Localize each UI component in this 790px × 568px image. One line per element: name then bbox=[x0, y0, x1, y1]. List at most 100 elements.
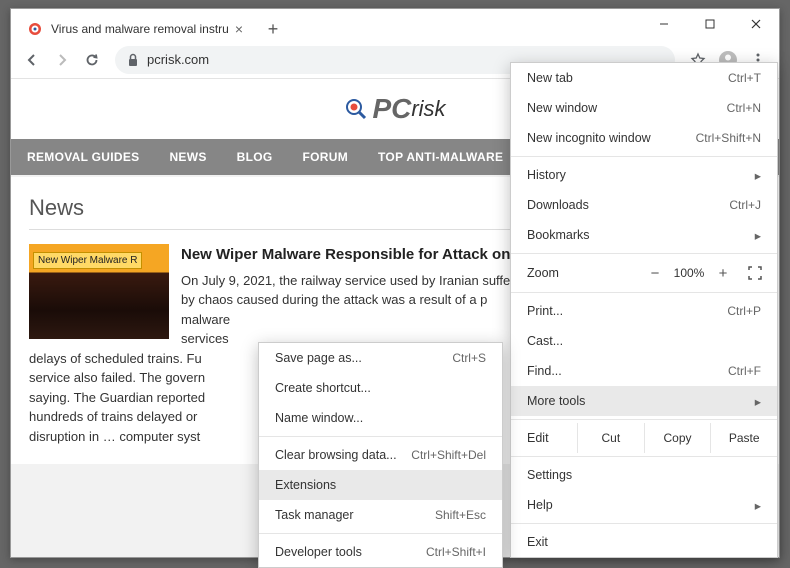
titlebar: Virus and malware removal instru × + bbox=[11, 9, 779, 41]
zoom-in-button[interactable]: + bbox=[709, 261, 737, 285]
menu-separator bbox=[259, 533, 502, 534]
menu-new-window[interactable]: New window Ctrl+N bbox=[511, 93, 777, 123]
edit-paste-button[interactable]: Paste bbox=[710, 423, 777, 453]
submenu-save-page[interactable]: Save page as...Ctrl+S bbox=[259, 343, 502, 373]
tab-strip: Virus and malware removal instru × + bbox=[11, 9, 641, 43]
chrome-main-menu: New tab Ctrl+T New window Ctrl+N New incog… bbox=[510, 62, 778, 558]
tab-close-icon[interactable]: × bbox=[235, 21, 243, 37]
submenu-arrow-icon: ▸ bbox=[755, 228, 761, 243]
site-logo[interactable]: PCrisk bbox=[344, 93, 445, 125]
close-button[interactable] bbox=[733, 9, 779, 39]
menu-zoom: Zoom − 100% + bbox=[511, 257, 777, 289]
maximize-button[interactable] bbox=[687, 9, 733, 39]
zoom-label: Zoom bbox=[527, 266, 559, 280]
favicon-icon bbox=[27, 21, 43, 37]
menu-label: More tools bbox=[527, 394, 585, 408]
fullscreen-button[interactable] bbox=[743, 261, 767, 285]
article-thumb-wrap: New Wiper Malware R bbox=[29, 244, 169, 349]
menu-label: Extensions bbox=[275, 478, 336, 492]
browser-tab[interactable]: Virus and malware removal instru × bbox=[17, 15, 253, 43]
menu-bookmarks[interactable]: Bookmarks ▸ bbox=[511, 220, 777, 250]
menu-shortcut: Shift+Esc bbox=[435, 508, 486, 522]
submenu-arrow-icon: ▸ bbox=[755, 168, 761, 183]
menu-shortcut: Ctrl+J bbox=[729, 198, 761, 212]
menu-label: Downloads bbox=[527, 198, 589, 212]
lock-icon bbox=[127, 53, 139, 67]
menu-label: Settings bbox=[527, 468, 572, 482]
more-tools-submenu: Save page as...Ctrl+S Create shortcut...… bbox=[258, 342, 503, 568]
edit-copy-button[interactable]: Copy bbox=[644, 423, 711, 453]
menu-separator bbox=[511, 292, 777, 293]
menu-shortcut: Ctrl+Shift+Del bbox=[411, 448, 486, 462]
menu-separator bbox=[511, 419, 777, 420]
forward-button[interactable] bbox=[47, 45, 77, 75]
menu-separator bbox=[511, 523, 777, 524]
submenu-extensions[interactable]: Extensions bbox=[259, 470, 502, 500]
menu-downloads[interactable]: Downloads Ctrl+J bbox=[511, 190, 777, 220]
menu-shortcut: Ctrl+P bbox=[727, 304, 761, 318]
menu-label: New tab bbox=[527, 71, 573, 85]
menu-label: New window bbox=[527, 101, 597, 115]
menu-shortcut: Ctrl+T bbox=[728, 71, 761, 85]
menu-label: Clear browsing data... bbox=[275, 448, 397, 462]
menu-separator bbox=[511, 253, 777, 254]
tab-title: Virus and malware removal instru bbox=[51, 22, 229, 36]
menu-more-tools[interactable]: More tools ▸ bbox=[511, 386, 777, 416]
article-thumbnail[interactable]: New Wiper Malware R bbox=[29, 244, 169, 339]
menu-separator bbox=[511, 456, 777, 457]
window-controls bbox=[641, 9, 779, 39]
menu-shortcut: Ctrl+F bbox=[728, 364, 761, 378]
submenu-clear-data[interactable]: Clear browsing data... Ctrl+Shift+Del bbox=[259, 440, 502, 470]
submenu-task-manager[interactable]: Task manager Shift+Esc bbox=[259, 500, 502, 530]
menu-edit-row: Edit Cut Copy Paste bbox=[511, 423, 777, 453]
menu-label: Task manager bbox=[275, 508, 354, 522]
menu-help[interactable]: Help ▸ bbox=[511, 490, 777, 520]
menu-label: Developer tools bbox=[275, 545, 362, 559]
menu-label: History bbox=[527, 168, 566, 182]
menu-label: Find... bbox=[527, 364, 562, 378]
submenu-dev-tools[interactable]: Developer tools Ctrl+Shift+I bbox=[259, 537, 502, 567]
nav-forum[interactable]: FORUM bbox=[303, 150, 349, 164]
menu-history[interactable]: History ▸ bbox=[511, 160, 777, 190]
new-tab-button[interactable]: + bbox=[259, 15, 287, 43]
reload-button[interactable] bbox=[77, 45, 107, 75]
thumb-overlay-text: New Wiper Malware R bbox=[33, 252, 142, 269]
logo-text-pc: PC bbox=[372, 93, 411, 125]
menu-new-tab[interactable]: New tab Ctrl+T bbox=[511, 63, 777, 93]
menu-settings[interactable]: Settings bbox=[511, 460, 777, 490]
menu-label: Bookmarks bbox=[527, 228, 590, 242]
edit-cut-button[interactable]: Cut bbox=[577, 423, 644, 453]
nav-blog[interactable]: BLOG bbox=[237, 150, 273, 164]
menu-shortcut: Ctrl+Shift+N bbox=[696, 131, 761, 145]
menu-separator bbox=[259, 436, 502, 437]
menu-find[interactable]: Find... Ctrl+F bbox=[511, 356, 777, 386]
submenu-name-window[interactable]: Name window... bbox=[259, 403, 502, 433]
menu-shortcut: Ctrl+S bbox=[452, 351, 486, 365]
menu-label: Name window... bbox=[275, 411, 363, 425]
submenu-arrow-icon: ▸ bbox=[755, 394, 761, 409]
submenu-arrow-icon: ▸ bbox=[755, 498, 761, 513]
menu-print[interactable]: Print... Ctrl+P bbox=[511, 296, 777, 326]
zoom-out-button[interactable]: − bbox=[641, 261, 669, 285]
menu-label: New incognito window bbox=[527, 131, 651, 145]
menu-label: Help bbox=[527, 498, 553, 512]
nav-top-antimalware[interactable]: TOP ANTI-MALWARE bbox=[378, 150, 503, 164]
edit-label: Edit bbox=[511, 423, 577, 453]
logo-icon bbox=[344, 97, 368, 121]
menu-cast[interactable]: Cast... bbox=[511, 326, 777, 356]
nav-news[interactable]: NEWS bbox=[169, 150, 206, 164]
menu-label: Print... bbox=[527, 304, 563, 318]
menu-incognito[interactable]: New incognito window Ctrl+Shift+N bbox=[511, 123, 777, 153]
back-button[interactable] bbox=[17, 45, 47, 75]
zoom-value: 100% bbox=[669, 266, 709, 280]
logo-text-risk: risk bbox=[411, 96, 445, 122]
nav-removal-guides[interactable]: REMOVAL GUIDES bbox=[27, 150, 139, 164]
menu-shortcut: Ctrl+Shift+I bbox=[426, 545, 486, 559]
menu-label: Cast... bbox=[527, 334, 563, 348]
menu-label: Exit bbox=[527, 535, 548, 549]
submenu-create-shortcut[interactable]: Create shortcut... bbox=[259, 373, 502, 403]
menu-exit[interactable]: Exit bbox=[511, 527, 777, 557]
menu-separator bbox=[511, 156, 777, 157]
menu-shortcut: Ctrl+N bbox=[727, 101, 761, 115]
minimize-button[interactable] bbox=[641, 9, 687, 39]
